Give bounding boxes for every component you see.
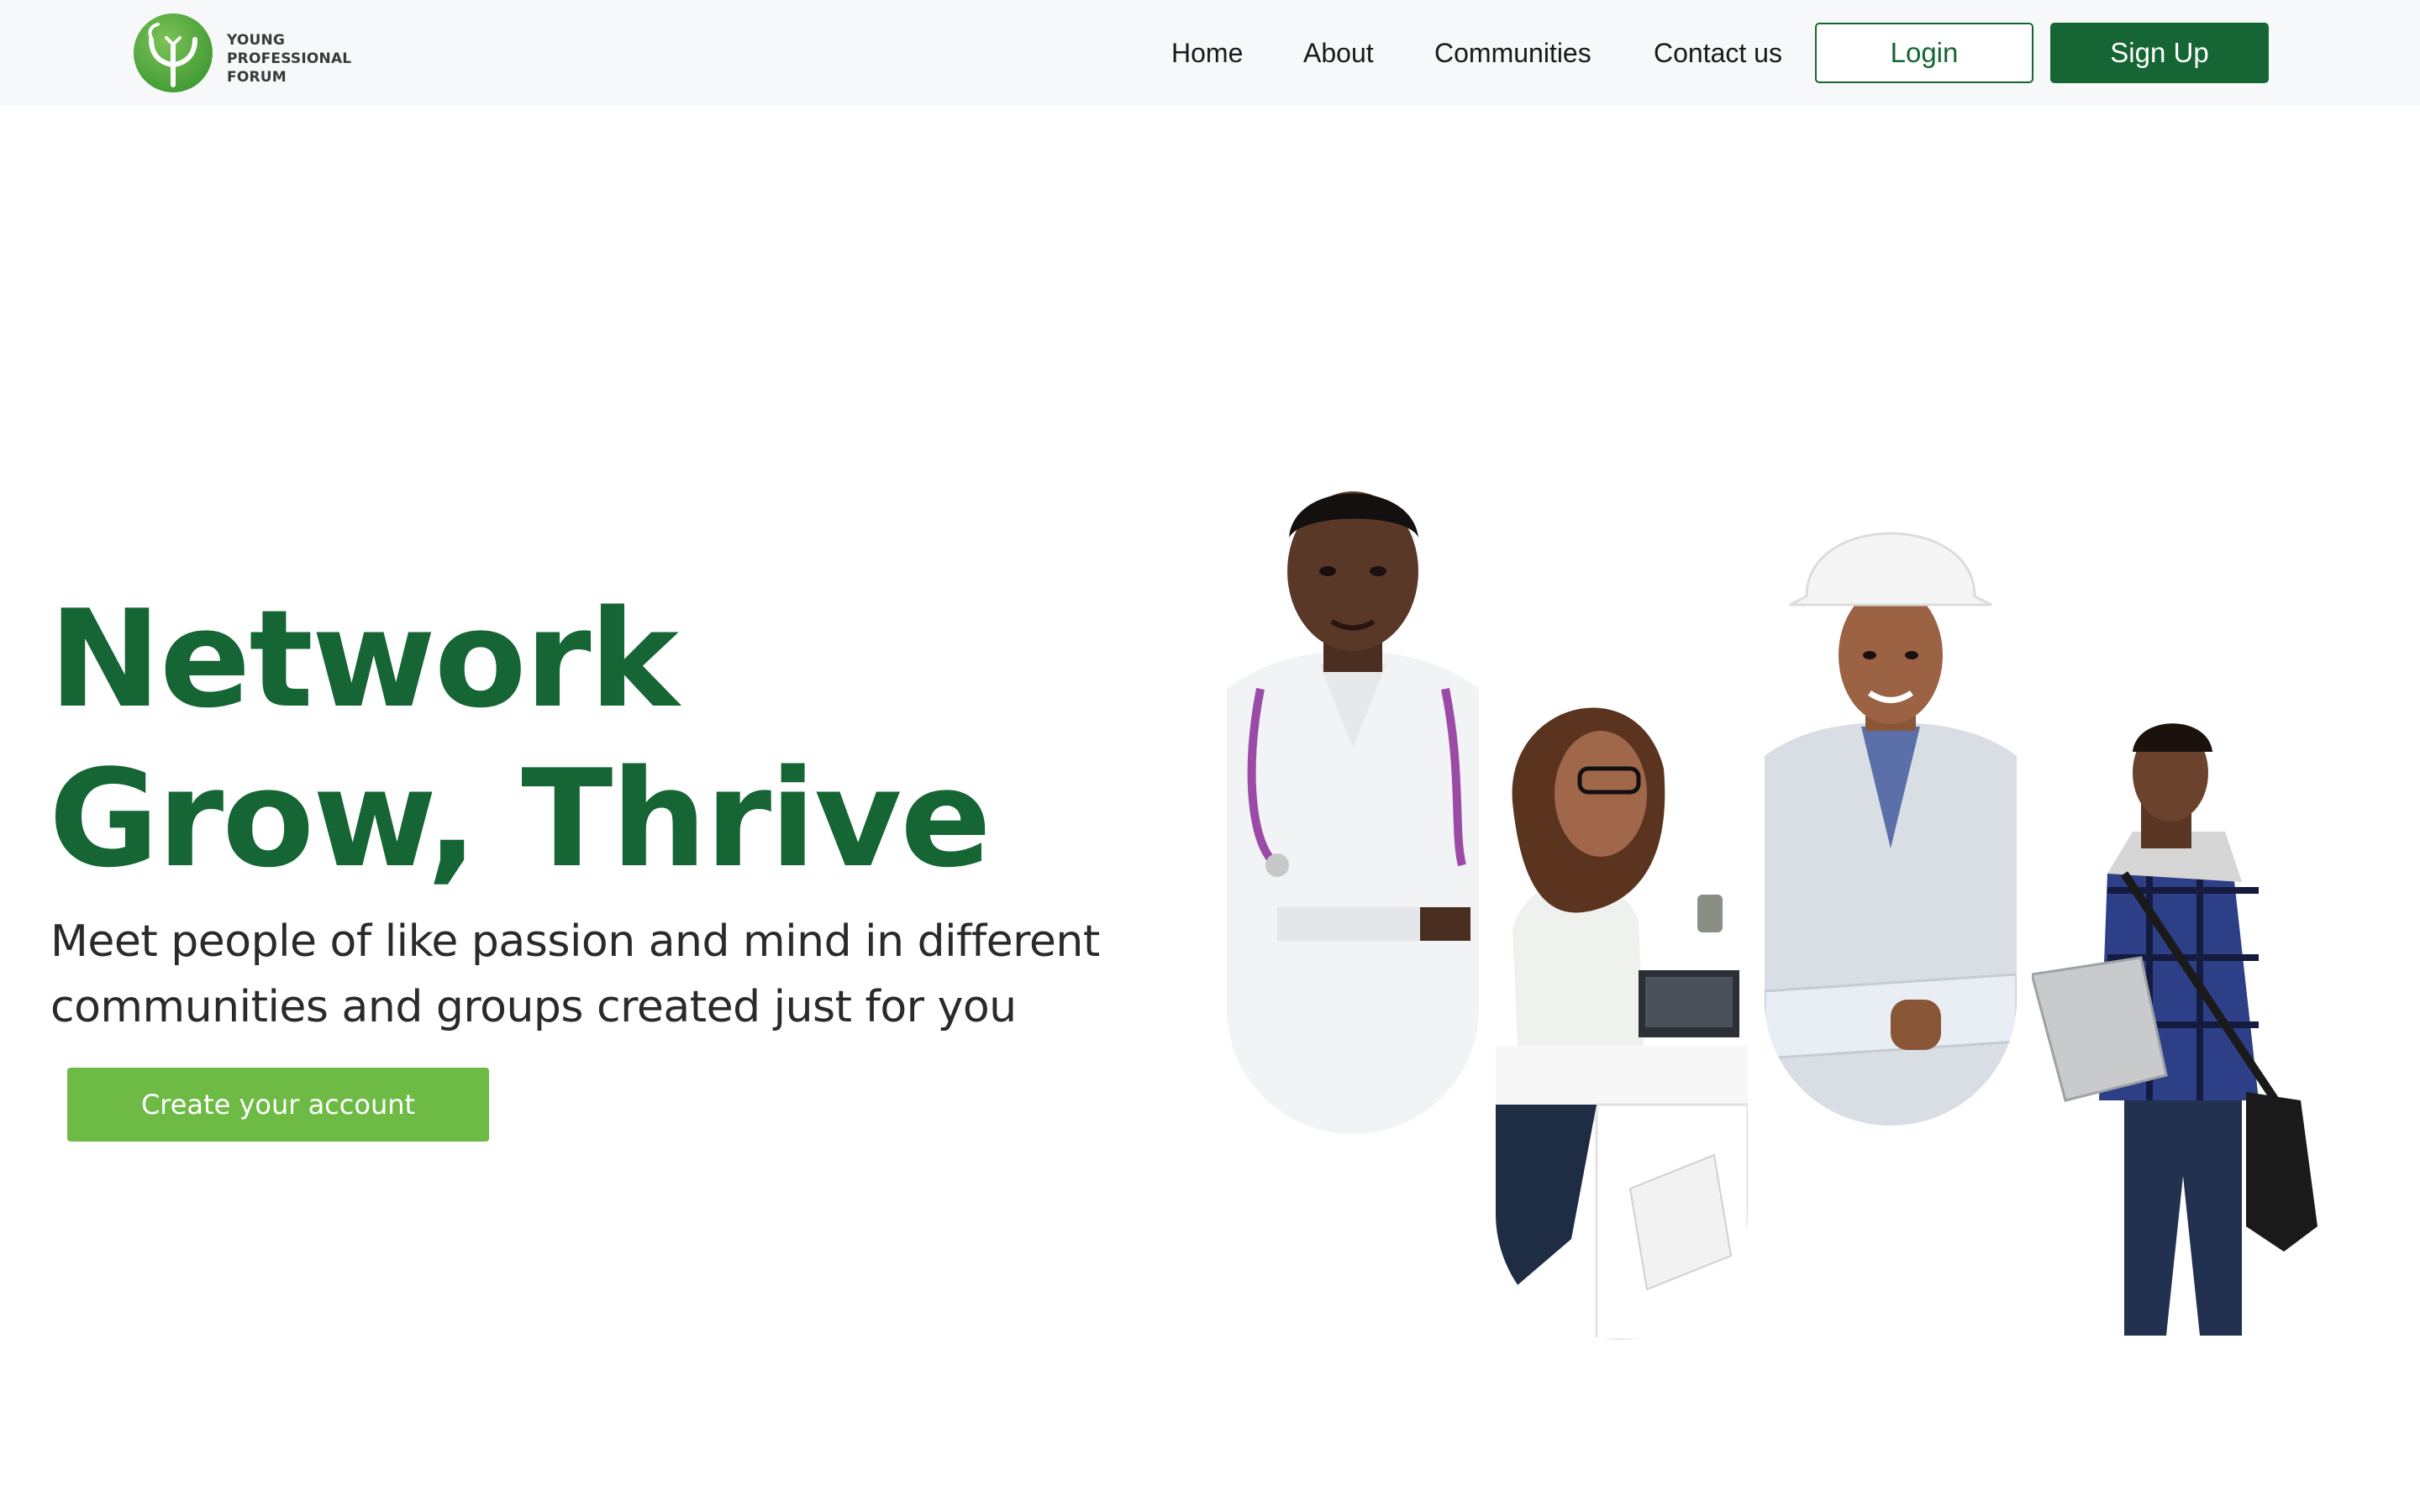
login-button[interactable]: Login xyxy=(1815,23,2033,83)
signup-button[interactable]: Sign Up xyxy=(2050,23,2269,83)
hero-subtitle-line: communities and groups created just for … xyxy=(50,982,1017,1032)
engineer-photo xyxy=(1765,487,2017,1126)
hero-title: Network Grow, Thrive xyxy=(49,580,1057,899)
hero-title-line: Network xyxy=(49,580,679,738)
nav-link-communities[interactable]: Communities xyxy=(1434,35,1591,71)
woman-at-desk-photo xyxy=(1496,651,1748,1340)
site-header: YOUNG PROFESSIONAL FORUM Home About Comm… xyxy=(0,0,2420,106)
nav-link-contact[interactable]: Contact us xyxy=(1654,35,1782,71)
hero-subtitle-line: Meet people of like passion and mind in … xyxy=(50,916,1100,967)
main-nav: Home About Communities Contact us Login … xyxy=(0,0,2420,106)
nav-link-about[interactable]: About xyxy=(1303,35,1374,71)
create-account-button[interactable]: Create your account xyxy=(67,1068,489,1142)
hero-title-line: Grow, Thrive xyxy=(49,740,992,897)
doctor-photo xyxy=(1227,470,1479,1134)
hero-subtitle: Meet people of like passion and mind in … xyxy=(50,909,1109,1040)
student-with-laptop-photo xyxy=(2032,706,2317,1336)
nav-link-home[interactable]: Home xyxy=(1171,35,1243,71)
